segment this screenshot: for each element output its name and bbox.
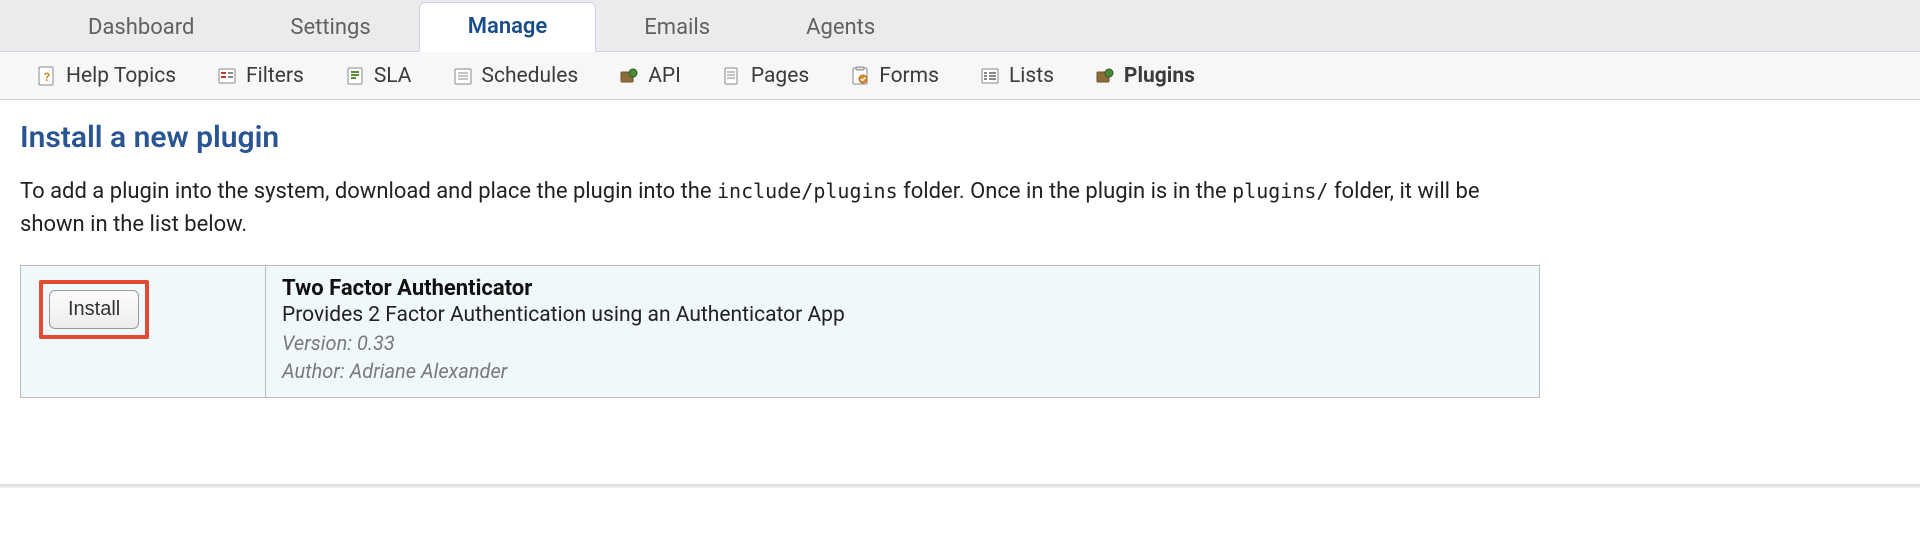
subnav-schedules-label: Schedules [482,64,579,88]
plugin-info-cell: Two Factor Authenticator Provides 2 Fact… [266,266,1539,397]
svg-text:?: ? [44,70,50,84]
sub-nav: ? Help Topics Filters SLA Schedules API … [0,52,1920,100]
subnav-forms-label: Forms [879,64,939,88]
subnav-api-label: API [648,64,681,88]
tab-manage[interactable]: Manage [419,2,597,52]
sla-icon [344,65,366,87]
subnav-help-topics-label: Help Topics [66,64,176,88]
subnav-sla[interactable]: SLA [338,60,418,92]
install-highlight: Install [39,280,149,339]
lists-icon [979,65,1001,87]
subnav-lists-label: Lists [1009,64,1054,88]
subnav-lists[interactable]: Lists [973,60,1060,92]
plugin-name: Two Factor Authenticator [282,276,1523,301]
tab-agents[interactable]: Agents [758,3,923,52]
api-icon [618,65,640,87]
plugin-install-cell: Install [21,266,266,397]
page-description: To add a plugin into the system, downloa… [20,175,1540,241]
schedules-icon [452,65,474,87]
content-area: Install a new plugin To add a plugin int… [0,100,1920,398]
plugins-icon [1094,65,1116,87]
subnav-pages-label: Pages [751,64,809,88]
page-desc-prefix: To add a plugin into the system, downloa… [20,179,717,204]
subnav-filters-label: Filters [246,64,304,88]
page-title: Install a new plugin [20,120,1900,155]
subnav-forms[interactable]: Forms [843,60,945,92]
subnav-plugins-label: Plugins [1124,64,1195,88]
forms-icon [849,65,871,87]
subnav-api[interactable]: API [612,60,687,92]
page-desc-code2: plugins/ [1232,179,1328,203]
subnav-plugins[interactable]: Plugins [1088,60,1201,92]
plugin-description: Provides 2 Factor Authentication using a… [282,303,1523,327]
page-desc-code1: include/plugins [717,179,898,203]
filters-icon [216,65,238,87]
subnav-schedules[interactable]: Schedules [446,60,585,92]
subnav-pages[interactable]: Pages [715,60,815,92]
page-desc-mid: folder. Once in the plugin is in the [898,179,1232,204]
plugin-author: Author: Adriane Alexander [282,359,1523,383]
subnav-help-topics[interactable]: ? Help Topics [30,60,182,92]
subnav-sla-label: SLA [374,64,412,88]
pages-icon [721,65,743,87]
plugin-version: Version: 0.33 [282,331,1523,355]
install-button[interactable]: Install [49,290,139,329]
top-tabs: Dashboard Settings Manage Emails Agents [0,0,1920,52]
tab-settings[interactable]: Settings [242,3,418,52]
tab-dashboard[interactable]: Dashboard [40,3,242,52]
bottom-divider [0,484,1920,488]
help-topics-icon: ? [36,65,58,87]
tab-emails[interactable]: Emails [596,3,758,52]
subnav-filters[interactable]: Filters [210,60,310,92]
plugin-row: Install Two Factor Authenticator Provide… [20,265,1540,398]
